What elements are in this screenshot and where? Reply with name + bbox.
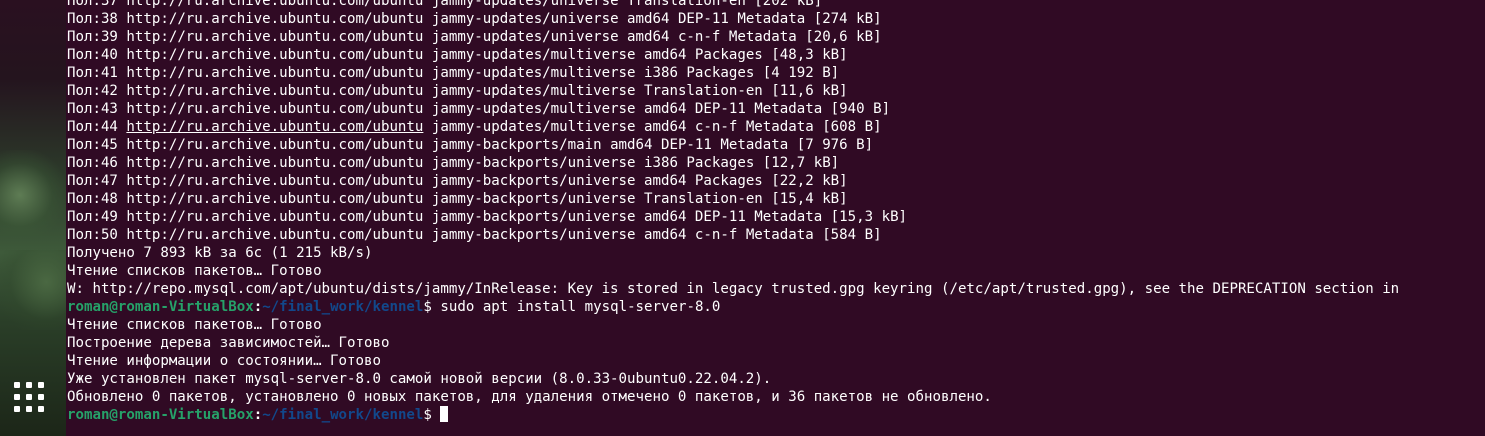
wallpaper-foliage-lower <box>0 250 66 330</box>
terminal-line: Построение дерева зависимостей… Готово <box>67 334 1399 352</box>
prompt-symbol: $ <box>423 299 432 315</box>
output-text: Чтение информации о состоянии… Готово <box>67 353 381 369</box>
prompt-colon: : <box>253 407 263 423</box>
line-prefix: Пол:48 <box>67 191 127 207</box>
line-prefix: Пол:47 <box>67 173 127 189</box>
line-suffix: jammy-updates/multiverse amd64 c-n-f Met… <box>423 119 882 135</box>
terminal-output: Пол:37 http://ru.archive.ubuntu.com/ubun… <box>67 0 1399 424</box>
dock <box>0 0 66 436</box>
terminal-line: Пол:46 http://ru.archive.ubuntu.com/ubun… <box>67 154 1399 172</box>
prompt-symbol: $ <box>423 407 432 423</box>
output-text: W: http://repo.mysql.com/apt/ubuntu/dist… <box>67 281 1400 297</box>
terminal-line: Пол:37 http://ru.archive.ubuntu.com/ubun… <box>67 0 1399 10</box>
url-text: http://ru.archive.ubuntu.com/ubuntu <box>126 137 424 153</box>
terminal-line: Чтение информации о состоянии… Готово <box>67 352 1399 370</box>
terminal-line: Чтение списков пакетов… Готово <box>67 262 1399 280</box>
line-prefix: Пол:40 <box>67 47 127 63</box>
line-suffix: jammy-updates/multiverse amd64 DEP-11 Me… <box>423 101 891 117</box>
terminal-prompt-line: roman@roman-VirtualBox:~/final_work/kenn… <box>67 298 1399 316</box>
terminal-window[interactable]: Пол:37 http://ru.archive.ubuntu.com/ubun… <box>66 0 1485 436</box>
url-text: http://ru.archive.ubuntu.com/ubuntu <box>126 101 424 117</box>
line-suffix: jammy-backports/universe amd64 c-n-f Met… <box>423 227 882 243</box>
terminal-line: Пол:40 http://ru.archive.ubuntu.com/ubun… <box>67 46 1399 64</box>
url-text: http://ru.archive.ubuntu.com/ubuntu <box>126 173 424 189</box>
line-prefix: Пол:49 <box>67 209 127 225</box>
line-suffix: jammy-backports/universe Translation-en … <box>423 191 848 207</box>
url-text: http://ru.archive.ubuntu.com/ubuntu <box>126 47 424 63</box>
line-suffix: jammy-backports/universe amd64 DEP-11 Me… <box>423 209 908 225</box>
line-prefix: Пол:38 <box>67 11 127 27</box>
url-text: http://ru.archive.ubuntu.com/ubuntu <box>126 191 424 207</box>
terminal-line: Обновлено 0 пакетов, установлено 0 новых… <box>67 388 1399 406</box>
line-prefix: Пол:42 <box>67 83 127 99</box>
terminal-line: W: http://repo.mysql.com/apt/ubuntu/dist… <box>67 280 1399 298</box>
url-text: http://ru.archive.ubuntu.com/ubuntu <box>126 29 424 45</box>
terminal-line: Пол:49 http://ru.archive.ubuntu.com/ubun… <box>67 208 1399 226</box>
terminal-line: Пол:47 http://ru.archive.ubuntu.com/ubun… <box>67 172 1399 190</box>
output-text: Уже установлен пакет mysql-server-8.0 са… <box>67 371 772 387</box>
line-suffix: jammy-updates/multiverse Translation-en … <box>423 83 848 99</box>
terminal-line: Пол:38 http://ru.archive.ubuntu.com/ubun… <box>67 10 1399 28</box>
hovered-url-link[interactable]: http://ru.archive.ubuntu.com/ubuntu <box>126 119 423 135</box>
url-text: http://ru.archive.ubuntu.com/ubuntu <box>126 155 424 171</box>
output-text: Построение дерева зависимостей… Готово <box>67 335 390 351</box>
line-prefix: Пол:41 <box>67 65 127 81</box>
line-prefix: Пол:46 <box>67 155 127 171</box>
line-prefix: Пол:39 <box>67 29 127 45</box>
prompt-user-host: roman@roman-VirtualBox <box>67 407 254 423</box>
line-prefix: Пол:45 <box>67 137 127 153</box>
url-text: http://ru.archive.ubuntu.com/ubuntu <box>126 65 424 81</box>
terminal-line: Пол:44 http://ru.archive.ubuntu.com/ubun… <box>67 118 1399 136</box>
prompt-path: ~/final_work/kennel <box>262 407 424 423</box>
line-suffix: jammy-updates/multiverse i386 Packages [… <box>423 65 840 81</box>
line-suffix: jammy-updates/universe amd64 DEP-11 Meta… <box>423 11 882 27</box>
terminal-line: Пол:48 http://ru.archive.ubuntu.com/ubun… <box>67 190 1399 208</box>
url-text: http://ru.archive.ubuntu.com/ubuntu <box>126 83 424 99</box>
terminal-prompt-line: roman@roman-VirtualBox:~/final_work/kenn… <box>67 406 1399 424</box>
terminal-line: Чтение списков пакетов… Готово <box>67 316 1399 334</box>
text-cursor <box>440 406 449 422</box>
output-text: Получено 7 893 kB за 6с (1 215 kB/s) <box>67 245 373 261</box>
wallpaper-foliage <box>0 150 66 240</box>
terminal-line: Получено 7 893 kB за 6с (1 215 kB/s) <box>67 244 1399 262</box>
command-text: sudo apt install mysql-server-8.0 <box>431 299 721 315</box>
terminal-line: Пол:41 http://ru.archive.ubuntu.com/ubun… <box>67 64 1399 82</box>
line-suffix: jammy-backports/main amd64 DEP-11 Metada… <box>423 137 874 153</box>
output-text: Чтение списков пакетов… Готово <box>67 263 322 279</box>
prompt-path: ~/final_work/kennel <box>262 299 424 315</box>
url-text: http://ru.archive.ubuntu.com/ubuntu <box>126 227 424 243</box>
terminal-line: Пол:39 http://ru.archive.ubuntu.com/ubun… <box>67 28 1399 46</box>
command-text <box>432 407 441 423</box>
terminal-line: Пол:42 http://ru.archive.ubuntu.com/ubun… <box>67 82 1399 100</box>
line-prefix: Пол:50 <box>67 227 127 243</box>
url-text: http://ru.archive.ubuntu.com/ubuntu <box>126 11 424 27</box>
terminal-line: Уже установлен пакет mysql-server-8.0 са… <box>67 370 1399 388</box>
line-suffix: jammy-updates/universe Translation-en [2… <box>423 0 823 9</box>
terminal-line: Пол:43 http://ru.archive.ubuntu.com/ubun… <box>67 100 1399 118</box>
url-text: http://ru.archive.ubuntu.com/ubuntu <box>126 0 424 9</box>
line-prefix: Пол:43 <box>67 101 127 117</box>
prompt-colon: : <box>253 299 263 315</box>
terminal-line: Пол:45 http://ru.archive.ubuntu.com/ubun… <box>67 136 1399 154</box>
line-suffix: jammy-backports/universe amd64 Packages … <box>423 173 848 189</box>
terminal-line: Пол:50 http://ru.archive.ubuntu.com/ubun… <box>67 226 1399 244</box>
line-suffix: jammy-updates/multiverse amd64 Packages … <box>423 47 848 63</box>
prompt-user-host: roman@roman-VirtualBox <box>67 299 254 315</box>
line-prefix: Пол:44 <box>67 119 127 135</box>
output-text: Обновлено 0 пакетов, установлено 0 новых… <box>67 389 992 405</box>
line-suffix: jammy-backports/universe i386 Packages [… <box>423 155 840 171</box>
line-prefix: Пол:37 <box>67 0 127 9</box>
output-text: Чтение списков пакетов… Готово <box>67 317 322 333</box>
url-text: http://ru.archive.ubuntu.com/ubuntu <box>126 209 424 225</box>
show-applications-icon[interactable] <box>14 382 46 414</box>
line-suffix: jammy-updates/universe amd64 c-n-f Metad… <box>423 29 882 45</box>
